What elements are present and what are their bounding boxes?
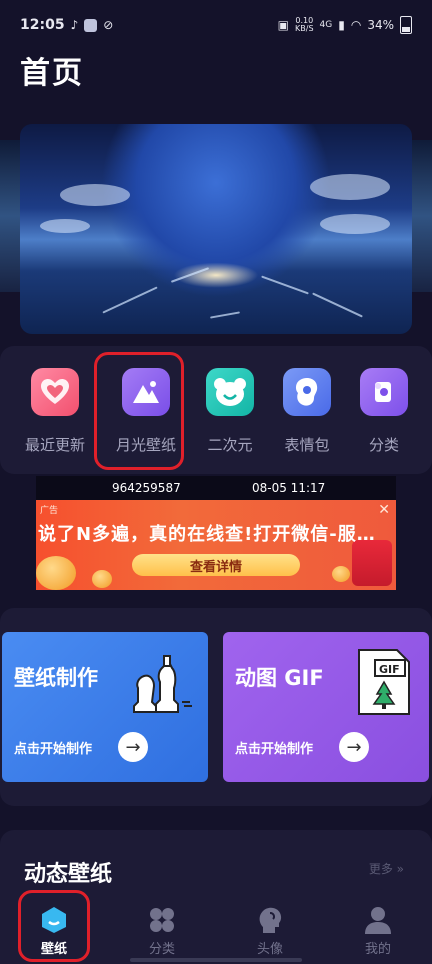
status-time: 12:05 [20, 17, 65, 33]
category-anime[interactable]: 二次元 [190, 368, 270, 455]
section-title: 动态壁纸 [24, 862, 113, 887]
ad-meta-bar: 964259587 08-05 11:17 [36, 476, 396, 500]
wifi-icon: ◠ [350, 18, 362, 32]
nav-label: 头像 [256, 942, 283, 957]
arrow-right-icon[interactable]: → [118, 732, 148, 762]
bear-face-icon [206, 368, 254, 416]
tool-subtitle: 点击开始制作 [14, 742, 93, 757]
status-bar: 12:05 ♪ ⊘ ▣ 0.10 KB/S 4G ▮ ◠ 34% [0, 0, 432, 50]
category-label: 最近更新 [24, 436, 85, 454]
nav-label: 我的 [364, 942, 391, 957]
home-indicator[interactable] [130, 958, 302, 962]
chess-knight-icon [126, 652, 196, 720]
network-type: 4G [319, 20, 333, 30]
more-link[interactable]: 更多 » [369, 860, 404, 877]
heart-icon [31, 368, 79, 416]
nav-mine[interactable]: 我的 [338, 904, 418, 957]
nav-avatar[interactable]: 头像 [230, 904, 310, 957]
ad-text: 说了N多遍，真的在线查!打开微信-服… [38, 524, 376, 545]
ad-time: 08-05 11:17 [252, 481, 326, 495]
highlight-box [94, 352, 184, 470]
ad-tag: 广告 [40, 506, 59, 516]
signal-icon: ▮ [338, 18, 345, 32]
avatar-head-icon [254, 904, 286, 936]
svg-text:GIF: GIF [379, 663, 400, 676]
category-icon [360, 368, 408, 416]
category-label: 分类 [368, 436, 399, 454]
net-speed: 0.10 KB/S [295, 17, 314, 33]
wallpaper-maker-card[interactable]: 壁纸制作 点击开始制作 → [2, 632, 208, 782]
tool-subtitle: 点击开始制作 [235, 742, 314, 757]
tool-title: 壁纸制作 [14, 666, 98, 690]
net-speed-unit: KB/S [295, 24, 314, 33]
tool-title: 动图 GIF [235, 666, 324, 690]
banner-image[interactable] [20, 124, 412, 334]
ad-details-button[interactable]: 查看详情 [132, 554, 300, 576]
grid-icon [146, 904, 178, 936]
coin-decoration [332, 566, 350, 582]
nav-label: 分类 [148, 942, 175, 957]
ad-id: 964259587 [112, 481, 181, 495]
category-label: 表情包 [284, 436, 330, 454]
sticker-face-icon [283, 368, 331, 416]
category-classify[interactable]: 分类 [344, 368, 424, 455]
user-icon [362, 904, 394, 936]
red-envelope-decoration [352, 540, 392, 586]
category-label: 二次元 [207, 436, 253, 454]
nav-category[interactable]: 分类 [122, 904, 202, 957]
category-recent[interactable]: 最近更新 [15, 368, 95, 455]
ad-close-icon[interactable]: ✕ [378, 502, 390, 518]
vibrate-icon: ▣ [277, 18, 290, 32]
arrow-right-icon[interactable]: → [339, 732, 369, 762]
highlight-box [18, 890, 90, 962]
app-notification-icon [84, 18, 98, 32]
tiktok-icon: ♪ [70, 18, 79, 32]
coin-decoration [92, 570, 112, 588]
battery-level: 34% [367, 18, 394, 32]
category-stickers[interactable]: 表情包 [267, 368, 347, 455]
gif-file-icon: GIF [357, 648, 411, 720]
coin-decoration [36, 556, 76, 590]
battery-icon [400, 16, 412, 34]
gif-maker-card[interactable]: 动图 GIF GIF 点击开始制作 → [223, 632, 429, 782]
ad-banner[interactable]: 广告 ✕ 说了N多遍，真的在线查!打开微信-服… 查看详情 [36, 500, 396, 590]
page-title: 首页 [20, 56, 84, 91]
link-icon: ⊘ [103, 18, 114, 32]
